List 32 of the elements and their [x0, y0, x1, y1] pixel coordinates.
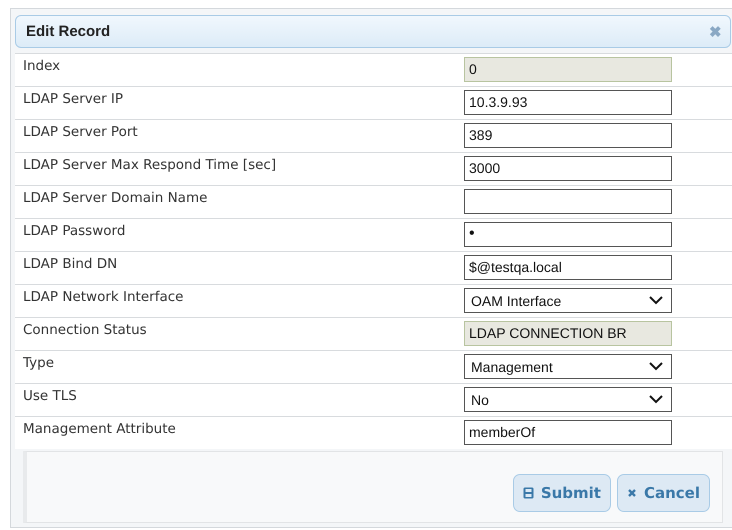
readonly-field[interactable]: LDAP CONNECTION BR	[464, 321, 672, 346]
dropdown[interactable]: OAM Interface	[464, 288, 672, 313]
field-label: LDAP Password	[23, 222, 126, 239]
dropdown[interactable]: Management	[464, 354, 672, 379]
readonly-field[interactable]: 0	[464, 57, 672, 82]
input-field[interactable]: 10.3.9.93	[464, 90, 672, 115]
input-field[interactable]: memberOf	[464, 420, 672, 445]
field-label: Use TLS	[23, 387, 78, 404]
caret-icon	[649, 362, 663, 371]
password-field[interactable]: •	[464, 222, 672, 247]
field-label: LDAP Bind DN	[23, 255, 118, 272]
dropdown[interactable]: No	[464, 387, 672, 412]
cancel-button[interactable]: Cancel	[616, 474, 710, 512]
field-label: LDAP Server Max Respond Time [sec]	[23, 156, 278, 173]
field-label: LDAP Server Domain Name	[23, 189, 208, 206]
input-field[interactable]	[464, 189, 672, 214]
field-label: LDAP Server IP	[23, 90, 124, 107]
field-label: LDAP Server Port	[23, 123, 139, 140]
input-field[interactable]: 3000	[464, 156, 672, 181]
dialog-title: Edit Record	[26, 23, 110, 40]
caret-icon	[649, 395, 663, 404]
save-icon	[522, 487, 534, 499]
input-field[interactable]: 389	[464, 123, 672, 148]
input-field[interactable]: $@testqa.local	[464, 255, 672, 280]
field-label: Connection Status	[23, 321, 148, 338]
caret-icon	[649, 296, 663, 305]
field-label: Index	[23, 57, 62, 74]
field-label: LDAP Network Interface	[23, 288, 184, 305]
field-label: Management Attribute	[23, 420, 177, 437]
field-label: Type	[23, 354, 56, 371]
submit-button[interactable]: Submit	[512, 474, 611, 512]
close-icon	[626, 488, 637, 498]
